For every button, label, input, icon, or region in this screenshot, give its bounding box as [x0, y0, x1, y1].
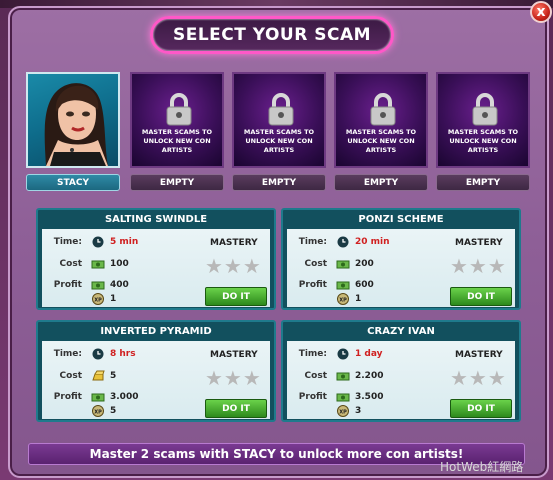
artist-card-locked-3: MASTER SCAMS TO UNLOCK NEW CON ARTISTS: [334, 72, 428, 168]
xp-icon: XP: [337, 405, 349, 417]
cost-label: Cost: [59, 259, 82, 269]
mastery-label: MASTERY: [455, 350, 503, 360]
cost-value: 2.200: [355, 371, 384, 381]
mastery-stars: ★★★: [205, 366, 262, 390]
scam-details: Time: 1 day Cost 2.200 Profit 3.500 XP 3…: [287, 341, 515, 419]
cash-icon: [336, 393, 350, 402]
watermark-text: HotWeb紅網路: [440, 460, 524, 474]
artist-card-locked-1: MASTER SCAMS TO UNLOCK NEW CON ARTISTS: [130, 72, 224, 168]
cost-label: Cost: [59, 371, 82, 381]
clock-icon: [337, 348, 349, 360]
do-it-button[interactable]: DO IT: [205, 287, 267, 306]
profit-value: 3.000: [110, 392, 139, 402]
scam-title: SALTING SWINDLE: [104, 213, 208, 225]
svg-text:XP: XP: [94, 298, 102, 304]
clock-icon: [92, 236, 104, 248]
xp-value: 5: [110, 406, 117, 416]
time-label: Time:: [53, 237, 82, 247]
xp-value: 1: [355, 294, 362, 304]
stacy-portrait: [44, 83, 108, 166]
profit-label: Profit: [298, 280, 327, 290]
clock-icon: [337, 236, 349, 248]
do-it-button[interactable]: DO IT: [205, 399, 267, 418]
tab-stacy[interactable]: STACY: [26, 174, 120, 191]
scam-card-inverted-pyramid: INVERTED PYRAMID Time: 8 hrs Cost 5 Prof…: [36, 320, 276, 422]
unlock-message: MASTER SCAMS TO UNLOCK NEW CON ARTISTS: [345, 128, 417, 154]
profit-value: 600: [355, 280, 374, 290]
xp-icon: XP: [92, 405, 104, 417]
cash-icon: [336, 372, 350, 381]
profit-value: 3.500: [355, 392, 384, 402]
time-value: 5 min: [110, 237, 139, 247]
do-it-button[interactable]: DO IT: [450, 399, 512, 418]
artist-card-locked-2: MASTER SCAMS TO UNLOCK NEW CON ARTISTS: [232, 72, 326, 168]
padlock-icon: [472, 93, 498, 126]
scam-details: Time: 20 min Cost 200 Profit 600 XP 1 MA…: [287, 229, 515, 307]
cash-icon: [336, 281, 350, 290]
profit-value: 400: [110, 280, 129, 290]
gold-bar-icon: [92, 370, 105, 381]
unlock-message: MASTER SCAMS TO UNLOCK NEW CON ARTISTS: [141, 128, 213, 154]
close-button[interactable]: x: [530, 1, 552, 23]
mastery-label: MASTERY: [210, 238, 258, 248]
mastery-stars: ★★★: [450, 366, 507, 390]
cash-icon: [91, 260, 105, 269]
scam-title: PONZI SCHEME: [358, 213, 444, 225]
cost-value: 100: [110, 259, 129, 269]
mastery-label: MASTERY: [455, 238, 503, 248]
scam-card-ponzi-scheme: PONZI SCHEME Time: 20 min Cost 200 Profi…: [281, 208, 521, 310]
padlock-icon: [370, 93, 396, 126]
cost-label: Cost: [304, 371, 327, 381]
svg-text:XP: XP: [339, 298, 347, 304]
xp-icon: XP: [337, 293, 349, 305]
cost-label: Cost: [304, 259, 327, 269]
artist-card-locked-4: MASTER SCAMS TO UNLOCK NEW CON ARTISTS: [436, 72, 530, 168]
time-label: Time:: [298, 237, 327, 247]
tab-empty-4: EMPTY: [436, 174, 530, 191]
time-label: Time:: [298, 349, 327, 359]
cash-icon: [91, 393, 105, 402]
mastery-label: MASTERY: [210, 350, 258, 360]
scam-details: Time: 5 min Cost 100 Profit 400 XP 1 MAS…: [42, 229, 270, 307]
tab-empty-2: EMPTY: [232, 174, 326, 191]
xp-value: 3: [355, 406, 362, 416]
cash-icon: [91, 281, 105, 290]
scam-card-crazy-ivan: CRAZY IVAN Time: 1 day Cost 2.200 Profit…: [281, 320, 521, 422]
cost-value: 5: [110, 371, 117, 381]
xp-icon: XP: [92, 293, 104, 305]
time-label: Time:: [53, 349, 82, 359]
time-value: 1 day: [355, 349, 383, 359]
clock-icon: [92, 348, 104, 360]
xp-value: 1: [110, 294, 117, 304]
mastery-stars: ★★★: [450, 254, 507, 278]
cash-icon: [336, 260, 350, 269]
padlock-icon: [268, 93, 294, 126]
scam-title: CRAZY IVAN: [367, 325, 435, 337]
scam-title: INVERTED PYRAMID: [100, 325, 212, 337]
artist-card-stacy[interactable]: [26, 72, 120, 168]
scam-card-salting-swindle: SALTING SWINDLE Time: 5 min Cost 100 Pro…: [36, 208, 276, 310]
time-value: 8 hrs: [110, 349, 136, 359]
profit-label: Profit: [298, 392, 327, 402]
mastery-stars: ★★★: [205, 254, 262, 278]
svg-text:XP: XP: [339, 410, 347, 416]
profit-label: Profit: [53, 392, 82, 402]
svg-text:XP: XP: [94, 410, 102, 416]
cost-value: 200: [355, 259, 374, 269]
tab-empty-3: EMPTY: [334, 174, 428, 191]
unlock-message: MASTER SCAMS TO UNLOCK NEW CON ARTISTS: [447, 128, 519, 154]
do-it-button[interactable]: DO IT: [450, 287, 512, 306]
unlock-message: MASTER SCAMS TO UNLOCK NEW CON ARTISTS: [243, 128, 315, 154]
profit-label: Profit: [53, 280, 82, 290]
time-value: 20 min: [355, 237, 390, 247]
scam-details: Time: 8 hrs Cost 5 Profit 3.000 XP 5 MAS…: [42, 341, 270, 419]
tab-empty-1: EMPTY: [130, 174, 224, 191]
page-title: SELECT YOUR SCAM: [150, 16, 394, 54]
padlock-icon: [166, 93, 192, 126]
